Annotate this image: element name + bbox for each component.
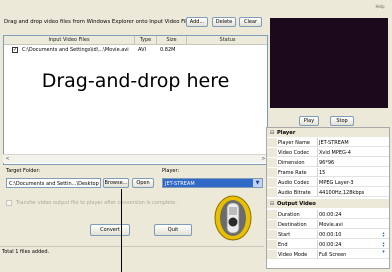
property-key: Destination <box>278 221 307 228</box>
spinner-icon[interactable]: ▴ ▾ <box>381 231 386 238</box>
property-value: 00:00:24 <box>319 211 342 218</box>
instruction-text: Drag and drop video files from Windows E… <box>4 19 198 25</box>
property-row[interactable]: Duration 00:00:24 <box>267 210 389 219</box>
property-row[interactable]: Player Name JET-STREAM <box>267 138 389 147</box>
player-section[interactable]: ⊟ Player <box>267 128 389 137</box>
property-value: 96*96 <box>319 159 335 166</box>
target-folder-label: Target Folder: <box>6 168 41 174</box>
transfer-label: Transfer video output file to player aft… <box>16 200 177 206</box>
property-value[interactable]: Movie.avi <box>319 222 343 228</box>
property-value[interactable]: 00:00:24 <box>319 242 341 248</box>
column-header-size[interactable]: Size <box>157 36 187 45</box>
target-folder-field[interactable]: C:\Documents and Settin...\Desktop <box>6 178 101 188</box>
property-value: MPEG Layer-3 <box>319 179 354 186</box>
property-key: Video Mode <box>278 251 308 258</box>
player-device-icon <box>214 195 252 241</box>
property-value: 44100Hz,128kbps <box>319 189 365 196</box>
play-button[interactable]: Play <box>299 116 319 126</box>
transfer-option[interactable]: Transfer video output file to player aft… <box>6 199 206 207</box>
video-preview <box>270 18 388 108</box>
row-type: AVI <box>138 47 146 53</box>
collapse-icon[interactable]: ⊟ <box>267 130 277 136</box>
column-header-status[interactable]: Status <box>187 36 267 45</box>
property-row[interactable]: End 00:00:24 ▴ ▾ <box>267 240 389 249</box>
transfer-checkbox[interactable] <box>6 200 12 206</box>
row-file: C:\Documents and Settings\id\...\Movie.a… <box>22 47 129 53</box>
browse-button[interactable]: Browse... <box>103 178 129 188</box>
property-key: Start <box>278 231 291 238</box>
player-select[interactable]: JET-STREAM ▼ <box>162 178 263 188</box>
table-row[interactable]: ✓ C:\Documents and Settings\id\...\Movie… <box>4 46 267 54</box>
property-row[interactable]: Audio Codec MPEG Layer-3 <box>267 178 389 187</box>
player-label: Player: <box>162 168 180 174</box>
property-key: Audio Bitrate <box>278 189 311 196</box>
output-section[interactable]: ⊟ Output Video <box>267 199 389 208</box>
property-row[interactable]: Dimension 96*96 <box>267 158 389 167</box>
drop-hint: Drag-and-drop here <box>41 70 230 92</box>
stop-button[interactable]: Stop <box>330 116 354 126</box>
property-key: Audio Codec <box>278 179 310 186</box>
add-button[interactable]: Add... <box>186 17 208 27</box>
property-value: JET-STREAM <box>319 139 349 146</box>
status-divider <box>0 246 264 247</box>
player-section-label: Player <box>277 129 296 136</box>
title-strip: Help <box>0 0 392 14</box>
spinner-icon[interactable]: ▴ ▾ <box>381 241 386 248</box>
output-section-label: Output Video <box>277 200 316 207</box>
help-button[interactable]: Help <box>372 2 388 11</box>
player-select-value: JET-STREAM <box>165 180 195 187</box>
property-key: Player Name <box>278 139 310 146</box>
property-value: Xvid MPEG-4 <box>319 149 351 156</box>
quit-button[interactable]: Quit <box>154 224 192 236</box>
status-text: Total 1 files added. <box>2 249 50 255</box>
property-value[interactable]: 00:00:10 <box>319 232 341 238</box>
cursor-line <box>121 189 122 272</box>
property-row[interactable]: Destination Movie.avi <box>267 220 389 229</box>
property-key: Video Codec <box>278 149 310 156</box>
scroll-left-icon[interactable]: < <box>3 155 12 163</box>
properties-grid[interactable]: ⊟ Player Player Name JET-STREAM Video Cod… <box>266 127 390 269</box>
column-header-file[interactable]: Input Video Files <box>4 36 135 45</box>
delete-button[interactable]: Delete <box>212 17 236 27</box>
clear-button[interactable]: Clear <box>239 17 262 27</box>
property-row[interactable]: Video Codec Xvid MPEG-4 <box>267 148 389 157</box>
property-row[interactable]: Video Mode Full Screen ▾ <box>267 250 389 259</box>
column-header-type[interactable]: Type <box>135 36 157 45</box>
row-checkbox[interactable]: ✓ <box>12 47 18 53</box>
convert-button[interactable]: Convert <box>90 224 130 236</box>
property-row[interactable]: Start 00:00:10 ▴ ▾ <box>267 230 389 239</box>
open-button[interactable]: Open <box>132 178 154 188</box>
property-value: 15 <box>319 169 326 176</box>
dropdown-arrow-icon[interactable]: ▾ <box>381 250 386 258</box>
property-row[interactable]: Frame Rate 15 <box>267 168 389 177</box>
property-key: Duration <box>278 211 300 218</box>
property-value[interactable]: Full Screen <box>319 252 346 258</box>
chevron-down-icon[interactable]: ▼ <box>253 179 262 187</box>
property-key: End <box>278 241 288 248</box>
property-key: Frame Rate <box>278 169 307 176</box>
horizontal-scrollbar[interactable]: < > <box>3 154 268 163</box>
property-key: Dimension <box>278 159 305 166</box>
input-files-table[interactable]: Input Video Files Type Size Status ✓ C:\… <box>3 35 268 165</box>
property-row[interactable]: Audio Bitrate 44100Hz,128kbps <box>267 188 389 197</box>
collapse-icon[interactable]: ⊟ <box>267 201 277 207</box>
row-size: 0.82M <box>160 47 176 53</box>
